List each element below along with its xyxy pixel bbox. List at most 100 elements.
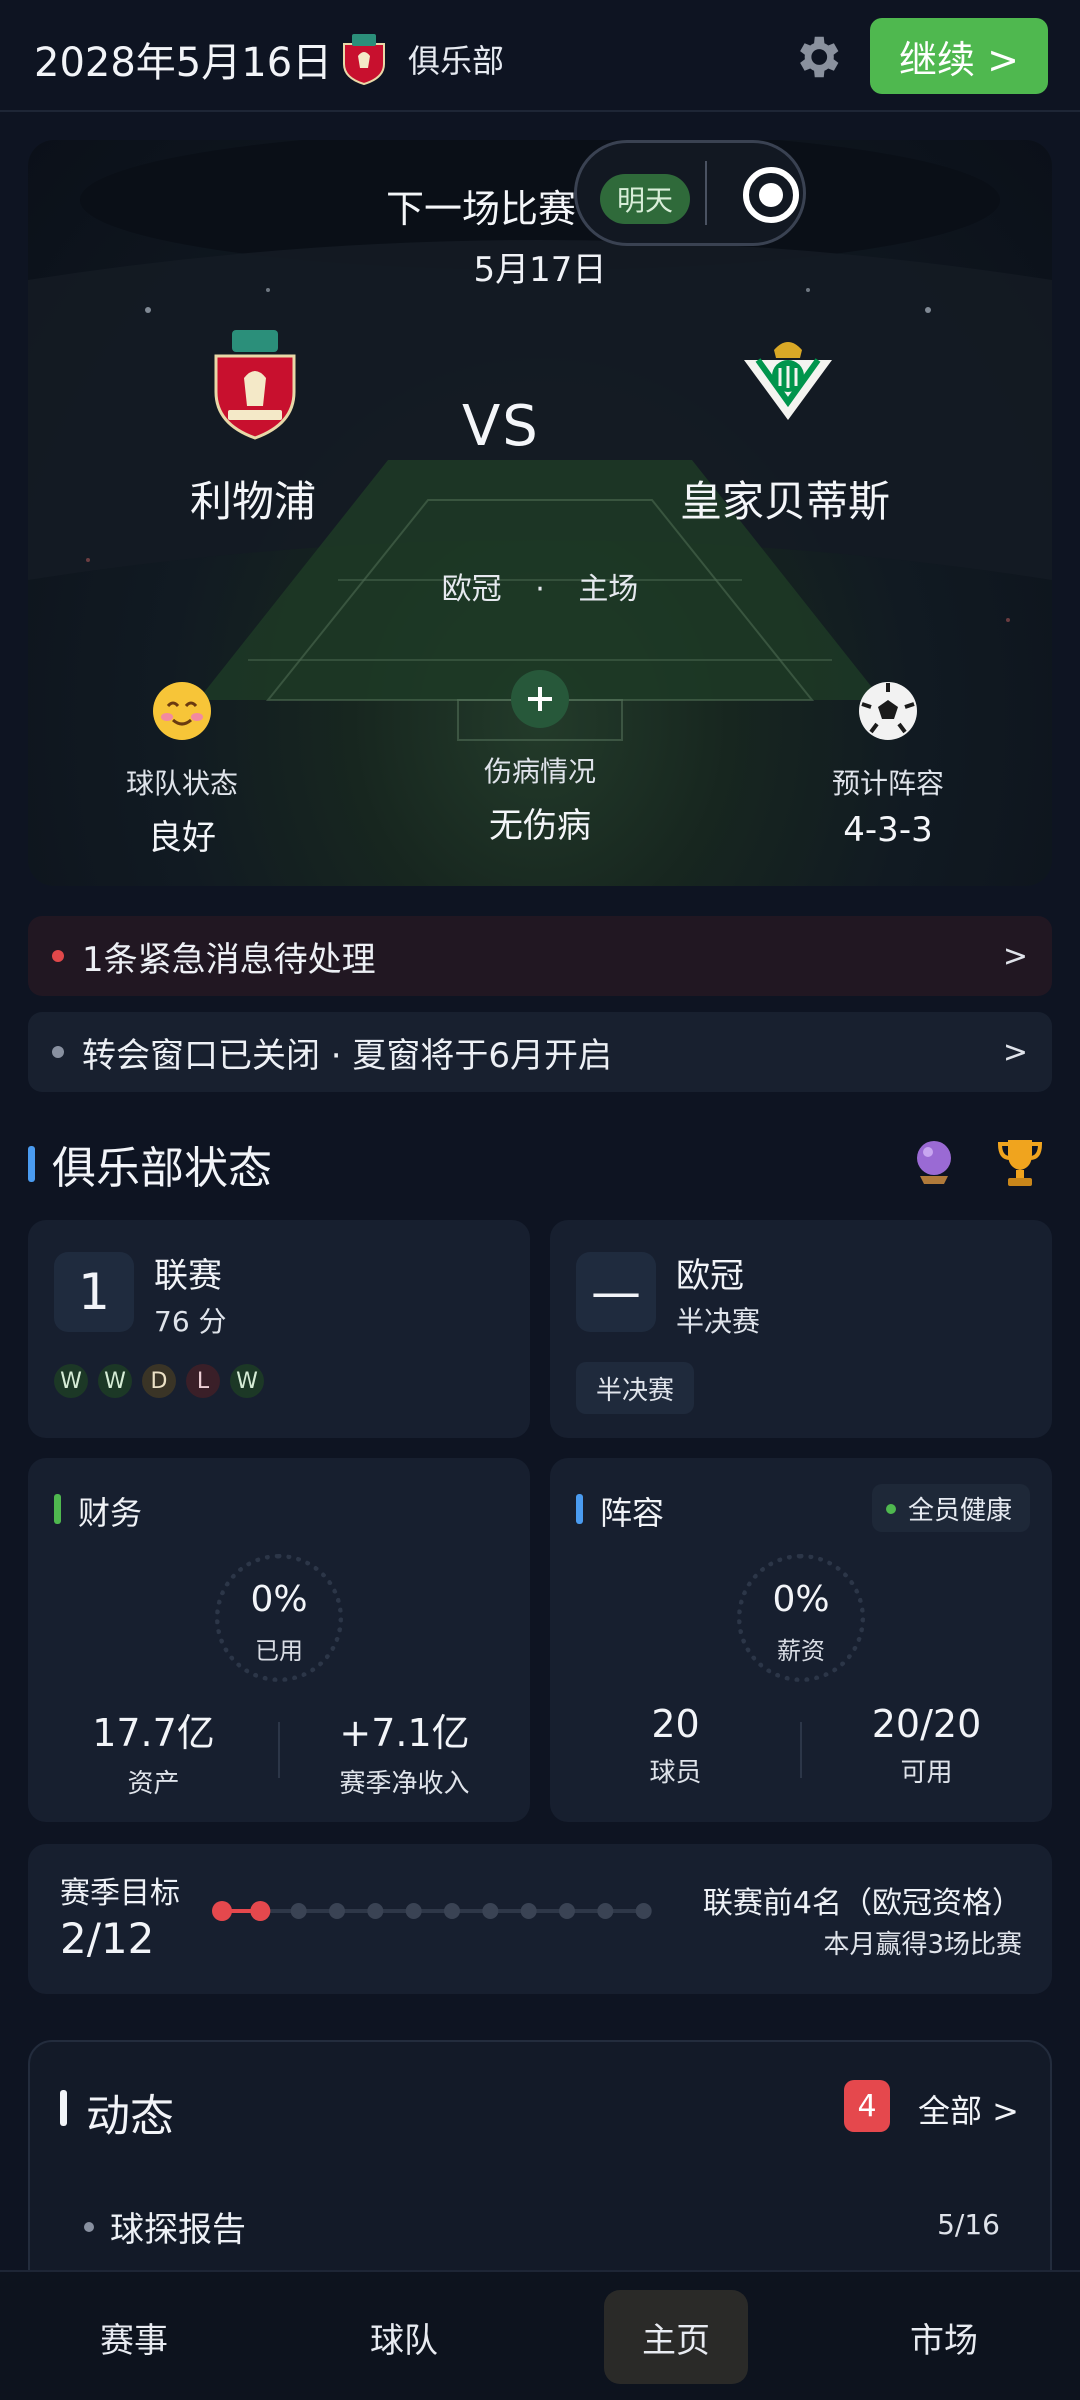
smile-face-icon <box>153 682 211 740</box>
league-card[interactable]: 1 联赛 76 分 W W D L W <box>28 1220 530 1438</box>
wage-percent-label: 薪资 <box>777 1637 825 1665</box>
finance-summary: 17.7亿 资产 +7.1亿 赛季净收入 <box>28 1702 530 1799</box>
players-stat: 20 球员 <box>550 1702 801 1789</box>
section-accent-bar <box>60 2090 67 2126</box>
budget-usage-ring: 0% 已用 <box>215 1554 343 1682</box>
crystal-ball-icon[interactable] <box>912 1138 956 1186</box>
stat-label: 预计阵容 <box>831 767 944 800</box>
team-form-stat: 球队状态 良好 <box>52 680 312 859</box>
goal-dot-pending <box>367 1903 384 1919</box>
current-date: 2028年5月16日 <box>34 40 333 86</box>
goal-dot-pending <box>482 1903 499 1919</box>
form-result: L <box>186 1364 220 1398</box>
activity-item-name: 球探报告 <box>110 2210 246 2250</box>
assets-value: 17.7亿 <box>92 1711 215 1755</box>
vs-label: VS <box>462 394 540 459</box>
stat-value: 4-3-3 <box>843 810 933 850</box>
chevron-right-icon: > <box>1002 938 1028 974</box>
stat-label: 伤病情况 <box>483 755 596 788</box>
section-title: 俱乐部状态 <box>52 1143 272 1194</box>
goal-dot-complete <box>212 1901 232 1921</box>
info-dot <box>52 1046 64 1058</box>
goal-dot-pending <box>520 1903 537 1919</box>
assets-stat: 17.7亿 资产 <box>28 1702 279 1800</box>
season-goal-sub: 本月赢得3场比赛 <box>823 1930 1022 1960</box>
available-value: 20/20 <box>871 1702 982 1746</box>
ucl-title: 欧冠 <box>676 1256 744 1296</box>
section-accent-bar <box>28 1146 35 1182</box>
goal-dot-pending <box>635 1903 652 1919</box>
goal-dot-pending <box>290 1903 307 1919</box>
competition-label: 欧冠 <box>441 572 502 607</box>
goal-dot-complete <box>250 1901 271 1921</box>
ucl-stage-tag: 半决赛 <box>576 1362 695 1414</box>
bottom-navigation: 赛事 球队 主页 市场 <box>0 2270 1080 2400</box>
champions-league-card[interactable]: — 欧冠 半决赛 半决赛 <box>550 1220 1052 1438</box>
list-item[interactable]: 球探报告 5/16 <box>60 2196 1024 2276</box>
transfer-window-notice[interactable]: 转会窗口已关闭 · 夏窗将于6月开启 > <box>28 1012 1052 1092</box>
notice-text: 转会窗口已关闭 · 夏窗将于6月开启 <box>82 1035 613 1076</box>
chevron-right-icon: > <box>1002 1034 1028 1070</box>
venue-label: 主场 <box>578 572 639 607</box>
squad-summary: 20 球员 20/20 可用 <box>550 1702 1052 1792</box>
tomorrow-badge: 明天 <box>600 174 690 224</box>
goal-dot-pending <box>597 1903 614 1919</box>
formation-stat: 预计阵容 4-3-3 <box>758 680 1018 850</box>
tab-matches[interactable]: 赛事 <box>62 2290 206 2384</box>
top-bar: 2028年5月16日 俱乐部 继续 > <box>0 0 1080 112</box>
finance-title: 财务 <box>54 1488 142 1534</box>
budget-percent: 0% <box>250 1579 308 1620</box>
urgent-message-notice[interactable]: 1条紧急消息待处理 > <box>28 916 1052 996</box>
stat-value: 无伤病 <box>489 806 591 846</box>
finance-card[interactable]: 财务 0% 已用 17.7亿 资产 +7.1亿 赛季净收入 <box>28 1458 530 1822</box>
activity-item-date: 5/16 <box>937 2208 1000 2241</box>
players-value: 20 <box>651 1702 700 1746</box>
next-match-card[interactable]: 下一场比赛 明天 5月17日 VS 利物浦 皇家贝蒂斯 欧冠 · 主场 球队状态… <box>28 140 1052 886</box>
available-label: 可用 <box>900 1758 953 1788</box>
injury-stat: 伤病情况 无伤病 <box>410 668 670 847</box>
league-title: 联赛 <box>154 1256 222 1296</box>
recent-form: W W D L W <box>54 1364 264 1398</box>
income-label: 赛季净收入 <box>339 1769 470 1799</box>
record-icon[interactable] <box>743 167 799 223</box>
squad-card[interactable]: 阵容 全员健康 0% 薪资 20 球员 20/20 可用 <box>550 1458 1052 1822</box>
stat-value: 良好 <box>148 818 216 858</box>
league-points: 76 分 <box>154 1305 227 1338</box>
activity-title: 动态 <box>86 2091 174 2142</box>
activity-count-badge: 4 <box>844 2080 890 2132</box>
season-goal-track <box>212 1901 652 1921</box>
liverpool-crest-icon <box>214 330 296 440</box>
view-all-link[interactable]: 全部 > <box>918 2086 1019 2132</box>
ucl-rank: — <box>576 1252 656 1332</box>
continue-button[interactable]: 继续 > <box>870 18 1048 94</box>
season-goal-card[interactable]: 赛季目标 2/12 联赛前4名（欧冠资格） 本月赢得3场比赛 <box>28 1844 1052 1994</box>
available-stat: 20/20 可用 <box>801 1702 1052 1789</box>
season-goal-title: 赛季目标 <box>60 1876 180 1911</box>
divider <box>705 161 707 225</box>
trophy-icon[interactable] <box>996 1136 1044 1188</box>
home-team-name: 利物浦 <box>190 477 317 526</box>
stat-label: 球队状态 <box>125 767 238 800</box>
match-date: 5月17日 <box>473 250 607 290</box>
notice-text: 1条紧急消息待处理 <box>82 939 376 980</box>
form-result: W <box>98 1364 132 1398</box>
income-stat: +7.1亿 赛季净收入 <box>279 1702 530 1800</box>
tab-home[interactable]: 主页 <box>604 2290 748 2384</box>
ucl-stage: 半决赛 <box>676 1305 761 1338</box>
income-value: +7.1亿 <box>339 1711 470 1755</box>
separator-dot: · <box>535 572 545 607</box>
tab-team[interactable]: 球队 <box>332 2290 476 2384</box>
squad-title: 阵容 <box>576 1488 664 1534</box>
away-team-name: 皇家贝蒂斯 <box>680 477 891 526</box>
form-result: W <box>54 1364 88 1398</box>
tab-market[interactable]: 市场 <box>872 2290 1016 2384</box>
goal-dot-pending <box>329 1903 345 1919</box>
club-status-header: 俱乐部状态 <box>28 1132 1052 1194</box>
goal-dot-pending <box>405 1903 422 1919</box>
gear-icon[interactable] <box>790 30 844 84</box>
league-rank: 1 <box>54 1252 134 1332</box>
goal-dot-pending <box>444 1903 460 1919</box>
wage-usage-ring: 0% 薪资 <box>737 1554 865 1682</box>
form-result: W <box>230 1364 264 1398</box>
next-match-label: 下一场比赛 <box>386 187 577 231</box>
